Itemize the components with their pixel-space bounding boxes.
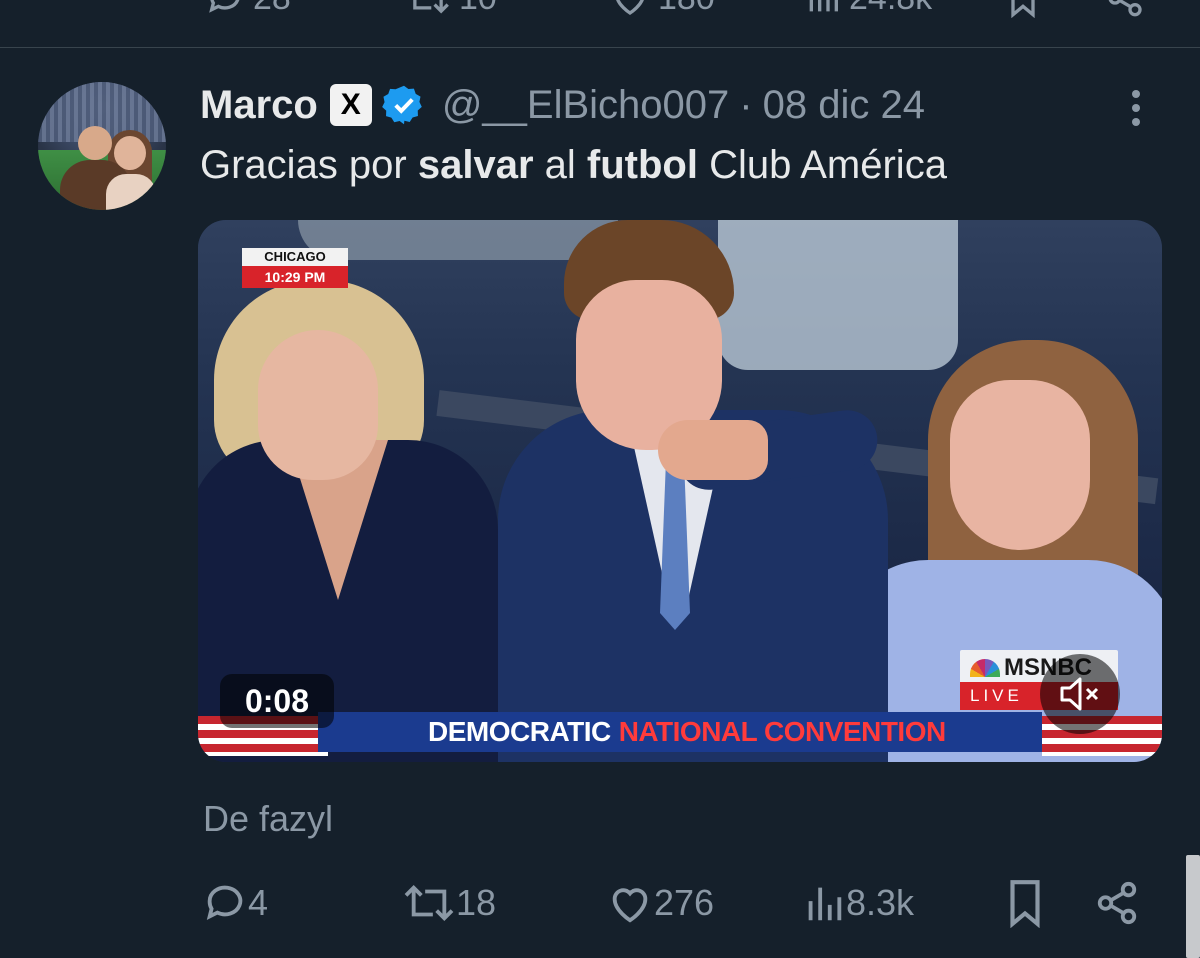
retweet-icon [404,884,454,922]
tweet-divider [0,47,1200,48]
verified-icon[interactable] [381,83,426,127]
video-person-left-face [258,330,378,480]
views-icon [809,0,838,12]
reply-icon [206,885,243,920]
retweet-button[interactable]: 18 [402,875,496,931]
video-duration: 0:08 [220,674,334,728]
prev-retweet-button[interactable]: 10 [405,0,497,18]
like-count: 276 [654,882,715,923]
banner-text: DEMOCRATIC NATIONAL CONVENTION [428,712,946,752]
prev-like-button[interactable]: 180 [610,0,715,18]
reply-button[interactable]: 4 [202,875,268,931]
retweet-count: 18 [456,882,497,923]
prev-reply-count: 28 [253,0,291,18]
x-logo-icon: X [329,84,372,126]
views-button[interactable]: 8.3k [802,875,914,931]
author-handle[interactable]: @__ElBicho007 [442,83,729,128]
prev-retweet-count: 10 [459,0,497,18]
bookmark-button[interactable] [1004,875,1046,931]
scrollbar[interactable] [1186,855,1200,958]
overlay-time: 10:29 PM [242,266,348,288]
video-player[interactable]: CHICAGO 10:29 PM MSNBC LIVE DEMOCRATIC NA… [198,220,1162,762]
like-icon [612,888,648,923]
banner-word-democratic: DEMOCRATIC [428,716,611,747]
banner-word-convention: NATIONAL CONVENTION [618,716,947,747]
tweet-text-part: Club América [697,143,947,187]
bookmark-icon [1011,0,1035,18]
mute-button[interactable] [1040,654,1120,734]
bookmark-icon [1010,880,1040,928]
avatar-person2-body [106,174,156,210]
author-name[interactable]: Marco [200,83,318,128]
previous-tweet-actions: 28 10 180 24.8k [0,0,1200,22]
source-attribution[interactable]: De fazyl [203,798,333,840]
header-separator: · [739,82,753,127]
share-icon [1097,881,1137,925]
prev-views-button[interactable]: 24.8k [805,0,932,18]
prev-views-count: 24.8k [849,0,932,18]
reply-count: 4 [248,882,269,923]
like-icon [616,0,644,15]
avatar[interactable] [38,82,166,210]
views-icon [808,887,842,921]
mute-icon [1060,677,1099,711]
prev-share-button[interactable] [1105,0,1145,18]
tweet-text-part: Gracias por [200,143,418,187]
tweet-text-bold: salvar [417,143,534,187]
share-button[interactable] [1094,875,1140,931]
tweet-text-part: al [533,143,587,187]
share-icon [1108,0,1142,17]
video-person-right-face [950,380,1090,550]
prev-like-count: 180 [658,0,715,18]
views-count: 8.3k [846,882,915,923]
tweet-actions: 4 18 276 8.3k [0,875,1200,931]
avatar-person2-face [114,136,146,170]
video-background-person [718,220,958,370]
overlay-city: CHICAGO [242,248,348,266]
tweet-date[interactable]: 08 dic 24 [763,83,925,128]
reply-icon [209,0,240,13]
more-icon[interactable] [1122,88,1150,128]
tweet-text-bold: futbol [586,143,698,187]
avatar-person-face [78,126,112,160]
location-overlay: CHICAGO 10:29 PM [242,248,348,290]
tweet-header: Marco X @__ElBicho007 · 08 dic 24 [200,80,925,130]
tweet-screen: 28 10 180 24.8k Marco X [0,0,1200,958]
retweet-icon [413,0,449,14]
like-button[interactable]: 276 [606,875,714,931]
peacock-icon [970,659,1000,677]
video-person-center-hand [658,420,768,480]
prev-bookmark-button[interactable] [1005,0,1041,18]
tweet-text: Gracias por salvar al futbol Club Améric… [200,143,947,188]
prev-reply-button[interactable]: 28 [205,0,291,18]
